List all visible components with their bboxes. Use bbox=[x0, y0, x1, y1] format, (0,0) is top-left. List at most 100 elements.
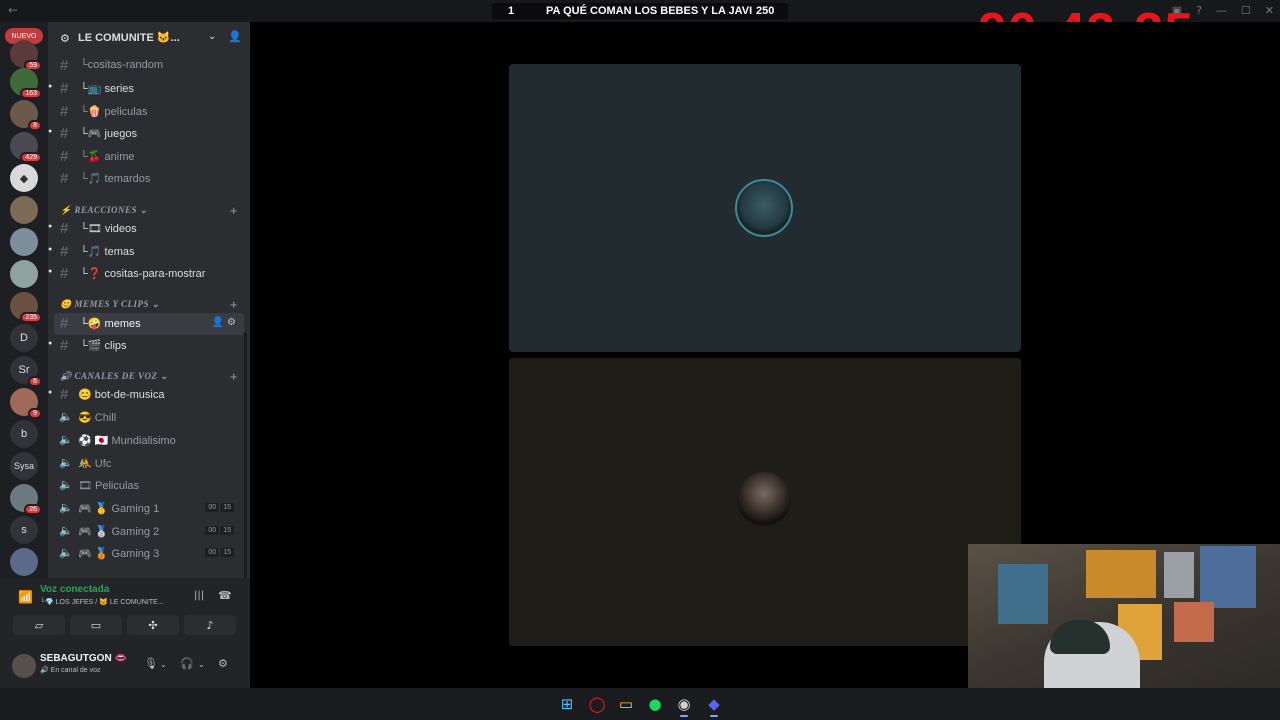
voice-status-title[interactable]: Voz conectada bbox=[40, 584, 109, 595]
help-icon[interactable]: ? bbox=[1196, 4, 1202, 17]
server-icon[interactable]: 235 bbox=[10, 292, 42, 323]
signal-icon[interactable]: 📶 bbox=[18, 590, 33, 604]
voice-channel[interactable]: 🔈 🎞 Peliculas bbox=[54, 475, 244, 497]
minimize-button[interactable]: — bbox=[1216, 4, 1227, 17]
text-channel[interactable]: # └🎵 temardos bbox=[54, 168, 244, 190]
channel-name: └📺 series bbox=[80, 83, 134, 95]
unread-dot-icon: ● bbox=[48, 268, 53, 275]
unread-dot-icon: ● bbox=[48, 128, 53, 135]
file-explorer-icon[interactable]: ▭ bbox=[617, 695, 635, 713]
server-icon[interactable]: b bbox=[10, 420, 38, 448]
user-limit-badge: 00 15 bbox=[205, 503, 234, 512]
user-count: 00 bbox=[205, 503, 220, 512]
participant-tile[interactable] bbox=[509, 64, 1021, 352]
server-icon[interactable]: Sysa bbox=[10, 452, 38, 480]
channel-settings-icons[interactable]: 👤 ⚙ bbox=[212, 317, 236, 328]
text-channel[interactable]: # └🍿 peliculas bbox=[54, 101, 244, 123]
chevron-down-icon[interactable]: ⌄ bbox=[160, 660, 167, 669]
camera-toggle-button[interactable]: ▱ bbox=[13, 615, 65, 635]
chevron-down-icon[interactable]: ⌄ bbox=[198, 660, 205, 669]
voice-channel[interactable]: 🔈 🎮 🥇 Gaming 1 00 15 bbox=[54, 498, 244, 520]
avatar[interactable] bbox=[12, 654, 36, 678]
voice-channel-path[interactable]: └💎 LOS JEFES / 🐱 LE COMUNITE... bbox=[40, 598, 164, 606]
text-channel[interactable]: ● # └❓ cositas-para-mostrar bbox=[48, 263, 244, 285]
text-channel[interactable]: ● # └🎮 juegos bbox=[48, 123, 244, 145]
server-icon[interactable]: ◆ bbox=[10, 164, 38, 192]
screen-share-button[interactable]: ▭ bbox=[70, 615, 122, 635]
obs-icon[interactable]: ◉ bbox=[675, 695, 693, 717]
stream-banner: 1 PA QUÉ COMAN LOS BEBES Y LA JAVI 250 bbox=[492, 3, 788, 19]
text-channel-memes[interactable]: # └🤪 memes 👤 ⚙ bbox=[54, 313, 244, 335]
soundboard-button[interactable]: ♪ bbox=[184, 615, 236, 635]
text-channel[interactable]: ● # └🎬 clips bbox=[48, 335, 244, 357]
channel-name: 🎮 🥉 Gaming 3 bbox=[78, 548, 160, 560]
hash-icon: # bbox=[60, 315, 69, 332]
server-icon[interactable] bbox=[10, 228, 38, 256]
participant-tile[interactable] bbox=[509, 358, 1021, 646]
channel-name: 😎 Chill bbox=[78, 412, 117, 424]
disconnect-icon[interactable]: ☎ bbox=[218, 589, 232, 602]
server-icon[interactable]: s bbox=[10, 516, 38, 544]
text-channel[interactable]: ● # └🎞 videos bbox=[48, 218, 244, 240]
opera-icon[interactable]: ◯ bbox=[588, 695, 606, 713]
category-reacciones[interactable]: ⚡ REACCIONES ⌄ + bbox=[60, 203, 240, 219]
voice-channel[interactable]: 🔈 🤼 Ufc bbox=[54, 453, 244, 475]
hash-icon: # bbox=[60, 337, 69, 354]
channel-name: └🎮 juegos bbox=[80, 128, 137, 140]
channel-name: 🤼 Ufc bbox=[78, 458, 112, 470]
voice-channel[interactable]: 🔈 🎮 🥈 Gaming 2 00 15 bbox=[54, 521, 244, 543]
category-memes[interactable]: 😊 MEMES Y CLIPS ⌄ + bbox=[60, 297, 240, 313]
user-limit: 15 bbox=[219, 526, 234, 535]
microphone-icon[interactable]: 🎙 bbox=[144, 657, 158, 670]
text-channel[interactable]: # └cositas-random bbox=[54, 55, 244, 77]
headphones-icon[interactable]: 🎧 bbox=[180, 657, 194, 670]
add-channel-icon[interactable]: + bbox=[230, 297, 238, 312]
server-icon[interactable]: 59 bbox=[10, 40, 42, 71]
user-limit: 15 bbox=[219, 503, 234, 512]
user-limit-badge: 00 15 bbox=[205, 548, 234, 557]
hash-icon: # bbox=[60, 386, 69, 403]
server-icon[interactable]: 429 bbox=[10, 132, 42, 163]
hash-icon: # bbox=[60, 148, 69, 165]
server-icon[interactable]: Sr 6 bbox=[10, 356, 42, 387]
server-icon[interactable]: 163 bbox=[10, 68, 42, 99]
chevron-down-icon[interactable]: ⌄ bbox=[208, 31, 216, 42]
server-icon[interactable]: 9 bbox=[10, 388, 42, 419]
username[interactable]: SEBAGUTGON 👄 bbox=[40, 653, 127, 664]
hash-icon: # bbox=[60, 57, 69, 74]
maximize-button[interactable]: ☐ bbox=[1241, 4, 1251, 17]
speaker-icon: 🔈 bbox=[59, 434, 73, 446]
spotify-icon[interactable]: ● bbox=[646, 695, 664, 713]
unread-dot-icon: ● bbox=[48, 223, 53, 230]
text-channel[interactable]: # └🍒 anime bbox=[54, 146, 244, 168]
server-icon[interactable]: 26 bbox=[10, 484, 42, 515]
server-icon[interactable] bbox=[10, 196, 38, 224]
add-channel-icon[interactable]: + bbox=[230, 369, 238, 384]
voice-channel[interactable]: 🔈 😎 Chill bbox=[54, 407, 244, 429]
add-member-icon[interactable]: 👤 bbox=[228, 30, 242, 43]
noise-suppression-icon[interactable]: ||| bbox=[194, 590, 204, 601]
server-icon[interactable] bbox=[10, 260, 38, 288]
voice-connection-panel: 📶 Voz conectada └💎 LOS JEFES / 🐱 LE COMU… bbox=[0, 578, 250, 648]
guild-header[interactable]: ⚙ LE COMUNITE 🐱... ⌄ 👤 bbox=[48, 22, 250, 54]
voice-channel[interactable]: 🔈 🎮 🥉 Gaming 3 00 15 bbox=[54, 543, 244, 565]
hash-icon: # bbox=[60, 170, 69, 187]
gear-icon[interactable]: ⚙ bbox=[60, 32, 70, 45]
text-channel[interactable]: ● # └📺 series bbox=[48, 78, 244, 100]
server-icon[interactable] bbox=[10, 548, 38, 576]
server-mention-badge: 6 bbox=[28, 376, 42, 387]
settings-gear-icon[interactable]: ⚙ bbox=[218, 657, 228, 670]
windows-start-icon[interactable]: ⊞ bbox=[558, 695, 576, 713]
channel-scrollbar[interactable] bbox=[244, 332, 247, 582]
back-arrow-icon[interactable]: ← bbox=[8, 3, 18, 17]
voice-channel[interactable]: 🔈 ⚽ 🇯🇵 Mundialisimo bbox=[54, 430, 244, 452]
category-voz[interactable]: 🔊 CANALES DE VOZ ⌄ + bbox=[60, 369, 240, 385]
close-button[interactable]: ✕ bbox=[1265, 4, 1274, 17]
discord-icon[interactable]: ◆ bbox=[705, 695, 723, 717]
text-channel[interactable]: ● # 😊 bot-de-musica bbox=[48, 384, 244, 406]
activities-button[interactable]: ✣ bbox=[127, 615, 179, 635]
add-channel-icon[interactable]: + bbox=[230, 203, 238, 218]
server-icon[interactable]: 8 bbox=[10, 100, 42, 131]
server-icon[interactable]: D bbox=[10, 324, 38, 352]
text-channel[interactable]: ● # └🎵 temas bbox=[48, 241, 244, 263]
